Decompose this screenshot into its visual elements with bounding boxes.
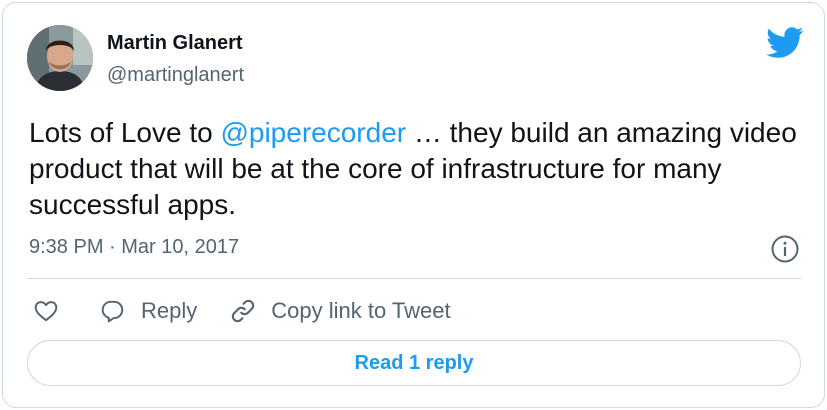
copy-link-label: Copy link to Tweet (271, 298, 451, 323)
like-button[interactable] (33, 298, 59, 324)
heart-icon (33, 298, 59, 324)
reply-button[interactable]: Reply (99, 298, 197, 324)
tweet-card: Martin Glanert @martinglanert Lots of Lo… (2, 2, 825, 408)
tweet-timestamp[interactable]: 9:38 PM · Mar 10, 2017 (29, 236, 239, 259)
speech-bubble-icon (99, 298, 125, 324)
author-handle[interactable]: @martinglanert (107, 64, 244, 87)
author-name[interactable]: Martin Glanert (107, 32, 243, 55)
action-bar: Reply Copy link to Tweet (33, 296, 451, 326)
tweet-text: Lots of Love to @piperecorder … they bui… (29, 115, 799, 223)
reply-label: Reply (141, 298, 198, 323)
twitter-bird-icon[interactable] (766, 27, 804, 58)
tweet-text-before: Lots of Love to (29, 117, 221, 148)
avatar[interactable] (27, 25, 93, 91)
copy-link-button[interactable]: Copy link to Tweet (229, 297, 451, 325)
mention-link[interactable]: @piperecorder (220, 117, 406, 148)
link-icon (229, 297, 257, 325)
info-icon[interactable] (770, 234, 800, 264)
divider (27, 278, 801, 279)
read-replies-button[interactable]: Read 1 reply (27, 340, 801, 386)
